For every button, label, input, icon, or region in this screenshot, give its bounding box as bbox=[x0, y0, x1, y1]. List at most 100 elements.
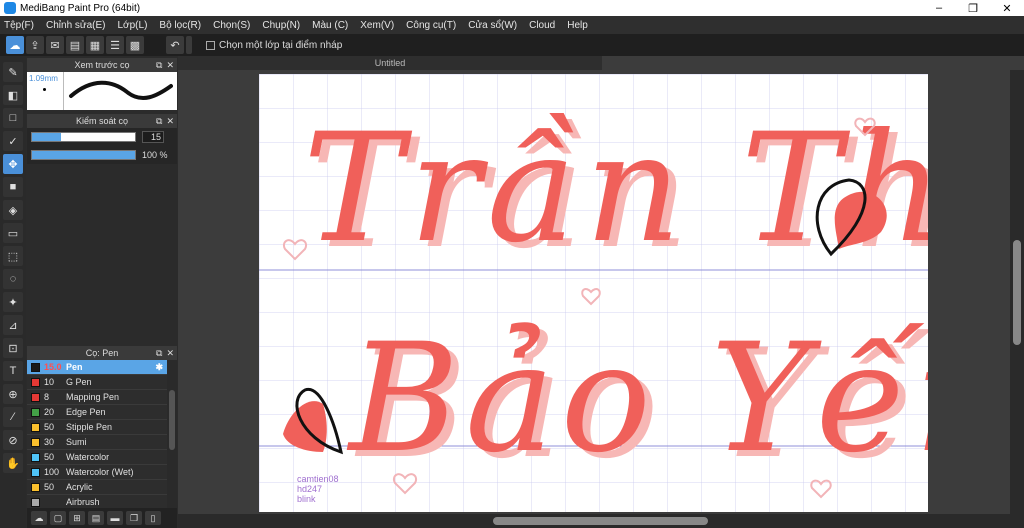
lettering-line-2: Bảo Yến Bảo Yến bbox=[346, 312, 928, 492]
undock-icon[interactable]: ⧉ bbox=[156, 116, 162, 127]
brush-opacity-slider[interactable] bbox=[31, 150, 136, 160]
move-tool-icon[interactable]: ✥ bbox=[3, 154, 23, 174]
text-tool-icon[interactable]: T bbox=[3, 361, 23, 381]
brush-preview-canvas: 1.09mm bbox=[27, 72, 177, 110]
title-bar: MediBang Paint Pro (64bit) – ❐ ✕ bbox=[0, 0, 1024, 16]
shape-tool-icon[interactable]: □ bbox=[3, 108, 23, 128]
gradient-tool-icon[interactable]: ▭ bbox=[3, 223, 23, 243]
minimize-button[interactable]: – bbox=[922, 0, 956, 16]
brush-name-label: G Pen bbox=[66, 377, 92, 387]
brush-size-label: 100 bbox=[44, 467, 60, 477]
brush-color-swatch bbox=[31, 377, 40, 387]
brush-list-item[interactable]: 10 G Pen bbox=[27, 375, 167, 390]
duplicate-icon[interactable]: ❐ bbox=[126, 511, 142, 525]
menu-color[interactable]: Màu (C) bbox=[312, 20, 348, 31]
menu-layer[interactable]: Lớp(L) bbox=[118, 20, 148, 31]
watermark: camtien08 hd247 blink bbox=[297, 474, 339, 504]
brush-control-panel: Kiểm soát cọ ⧉ ✕ 15 100 % bbox=[27, 114, 177, 164]
gear-icon[interactable]: ✱ bbox=[155, 362, 163, 373]
select-pen-tool-icon[interactable]: ⊿ bbox=[3, 315, 23, 335]
bucket-tool-icon[interactable]: ◈ bbox=[3, 200, 23, 220]
document-icon[interactable]: ▦ bbox=[86, 36, 104, 54]
watermark-line-3: blink bbox=[297, 494, 316, 504]
brush-stroke-preview bbox=[69, 80, 173, 101]
brush-list-item[interactable]: 50 Stipple Pen bbox=[27, 420, 167, 435]
undo-icon[interactable]: ↶ bbox=[166, 36, 184, 54]
brush-color-swatch bbox=[31, 362, 40, 372]
menu-capture[interactable]: Chụp(N) bbox=[262, 20, 300, 31]
close-panel-icon[interactable]: ✕ bbox=[166, 116, 174, 127]
magic-wand-tool-icon[interactable]: ✦ bbox=[3, 292, 23, 312]
cloud-brush-icon[interactable]: ☁ bbox=[31, 511, 47, 525]
brush-list-item[interactable]: 30 Sumi bbox=[27, 435, 167, 450]
brush-tool-icon[interactable]: ✎ bbox=[3, 62, 23, 82]
select-eraser-tool-icon[interactable]: ⊡ bbox=[3, 338, 23, 358]
undock-icon[interactable]: ⧉ bbox=[156, 60, 162, 71]
new-brush-icon[interactable]: ▢ bbox=[50, 511, 66, 525]
brush-list-item[interactable]: 100 Watercolor (Wet) bbox=[27, 465, 167, 480]
menu-help[interactable]: Help bbox=[567, 20, 588, 31]
select-layer-option[interactable]: Chọn một lớp tại điểm nháp bbox=[206, 40, 342, 51]
menu-edit[interactable]: Chỉnh sửa(E) bbox=[46, 20, 106, 31]
lasso-tool-icon[interactable]: ◌ bbox=[3, 269, 23, 289]
brush-color-swatch bbox=[31, 482, 40, 492]
canvas-vertical-scrollbar[interactable] bbox=[1010, 70, 1024, 514]
brush-preview-title: Xem trước cọ bbox=[74, 60, 130, 70]
brush-preview-panel: Xem trước cọ ⧉ ✕ 1.09mm bbox=[27, 58, 177, 110]
close-panel-icon[interactable]: ✕ bbox=[166, 60, 174, 71]
chat-icon[interactable]: ▤ bbox=[66, 36, 84, 54]
eraser-tool-icon[interactable]: ◧ bbox=[3, 85, 23, 105]
hand-tool-icon[interactable]: ✋ bbox=[3, 453, 23, 473]
select-rect-tool-icon[interactable]: ⬚ bbox=[3, 246, 23, 266]
upload-icon[interactable]: ⇪ bbox=[26, 36, 44, 54]
menu-file[interactable]: Tệp(F) bbox=[4, 20, 34, 31]
brush-list-panel: Cọ: Pen ⧉ ✕ 15.0 Pen ✱ 10 G Pen 8 Mapping Pen 20… bbox=[27, 346, 177, 510]
brush-name-label: Airbrush bbox=[66, 497, 100, 507]
cloud-icon[interactable]: ☁ bbox=[6, 36, 24, 54]
list-icon[interactable]: ☰ bbox=[106, 36, 124, 54]
document-tab[interactable]: Untitled bbox=[178, 56, 602, 70]
comment-icon[interactable]: ✉ bbox=[46, 36, 64, 54]
menu-select[interactable]: Chọn(S) bbox=[213, 20, 250, 31]
add-brush-icon[interactable]: ⊞ bbox=[69, 511, 85, 525]
menu-filter[interactable]: Bộ lọc(R) bbox=[159, 20, 201, 31]
menu-cloud[interactable]: Cloud bbox=[529, 20, 555, 31]
brush-list-scrollbar[interactable] bbox=[167, 360, 177, 508]
app-icon bbox=[4, 2, 16, 14]
brush-list-item[interactable]: 15.0 Pen ✱ bbox=[27, 360, 167, 375]
delete-icon[interactable]: ▯ bbox=[145, 511, 161, 525]
brush-size-label: 8 bbox=[44, 392, 50, 402]
eyedropper-tool-icon[interactable]: ⁄ bbox=[3, 407, 23, 427]
brush-dot bbox=[43, 88, 46, 91]
fill-rect-tool-icon[interactable]: ■ bbox=[3, 177, 23, 197]
close-panel-icon[interactable]: ✕ bbox=[166, 348, 174, 359]
maximize-button[interactable]: ❐ bbox=[956, 0, 990, 16]
grid-icon[interactable]: ▩ bbox=[126, 36, 144, 54]
brush-size-label: 10 bbox=[44, 377, 55, 387]
folder-icon[interactable]: ▬ bbox=[107, 511, 123, 525]
brush-size-value[interactable]: 15 bbox=[142, 131, 164, 143]
select-layer-checkbox[interactable] bbox=[206, 40, 215, 50]
divide-tool-icon[interactable]: ⊕ bbox=[3, 384, 23, 404]
lettering-line-1: Trần Thị Trần Thị bbox=[303, 102, 928, 282]
brush-list-item[interactable]: 20 Edge Pen bbox=[27, 405, 167, 420]
brush-panel-actions: ☁ ▢ ⊞ ▤ ▬ ❐ ▯ bbox=[27, 508, 177, 528]
brush-list-item[interactable]: 50 Acrylic bbox=[27, 480, 167, 495]
menu-window[interactable]: Cửa sổ(W) bbox=[468, 20, 517, 31]
brush-control-header: Kiểm soát cọ ⧉ ✕ bbox=[27, 114, 177, 128]
brush-list-item[interactable]: 50 Watercolor bbox=[27, 450, 167, 465]
drawing-canvas[interactable]: Trần Thị Trần Thị Bảo Yến Bảo Yến bbox=[259, 74, 928, 512]
brush-list-item[interactable]: 8 Mapping Pen bbox=[27, 390, 167, 405]
menu-tools[interactable]: Công cụ(T) bbox=[406, 20, 456, 31]
close-button[interactable]: ✕ bbox=[990, 0, 1024, 16]
brush-name-label: Acrylic bbox=[66, 482, 93, 492]
canvas-horizontal-scrollbar[interactable] bbox=[178, 514, 1024, 528]
eyedropper2-tool-icon[interactable]: ⊘ bbox=[3, 430, 23, 450]
brush-settings-icon[interactable]: ▤ bbox=[88, 511, 104, 525]
brush-size-label: 50 bbox=[44, 422, 55, 432]
brush-size-label: 15.0 bbox=[44, 362, 62, 372]
brush-size-slider[interactable] bbox=[31, 132, 136, 142]
menu-view[interactable]: Xem(V) bbox=[360, 20, 394, 31]
undock-icon[interactable]: ⧉ bbox=[156, 348, 162, 359]
pen-tool-icon[interactable]: ✓ bbox=[3, 131, 23, 151]
